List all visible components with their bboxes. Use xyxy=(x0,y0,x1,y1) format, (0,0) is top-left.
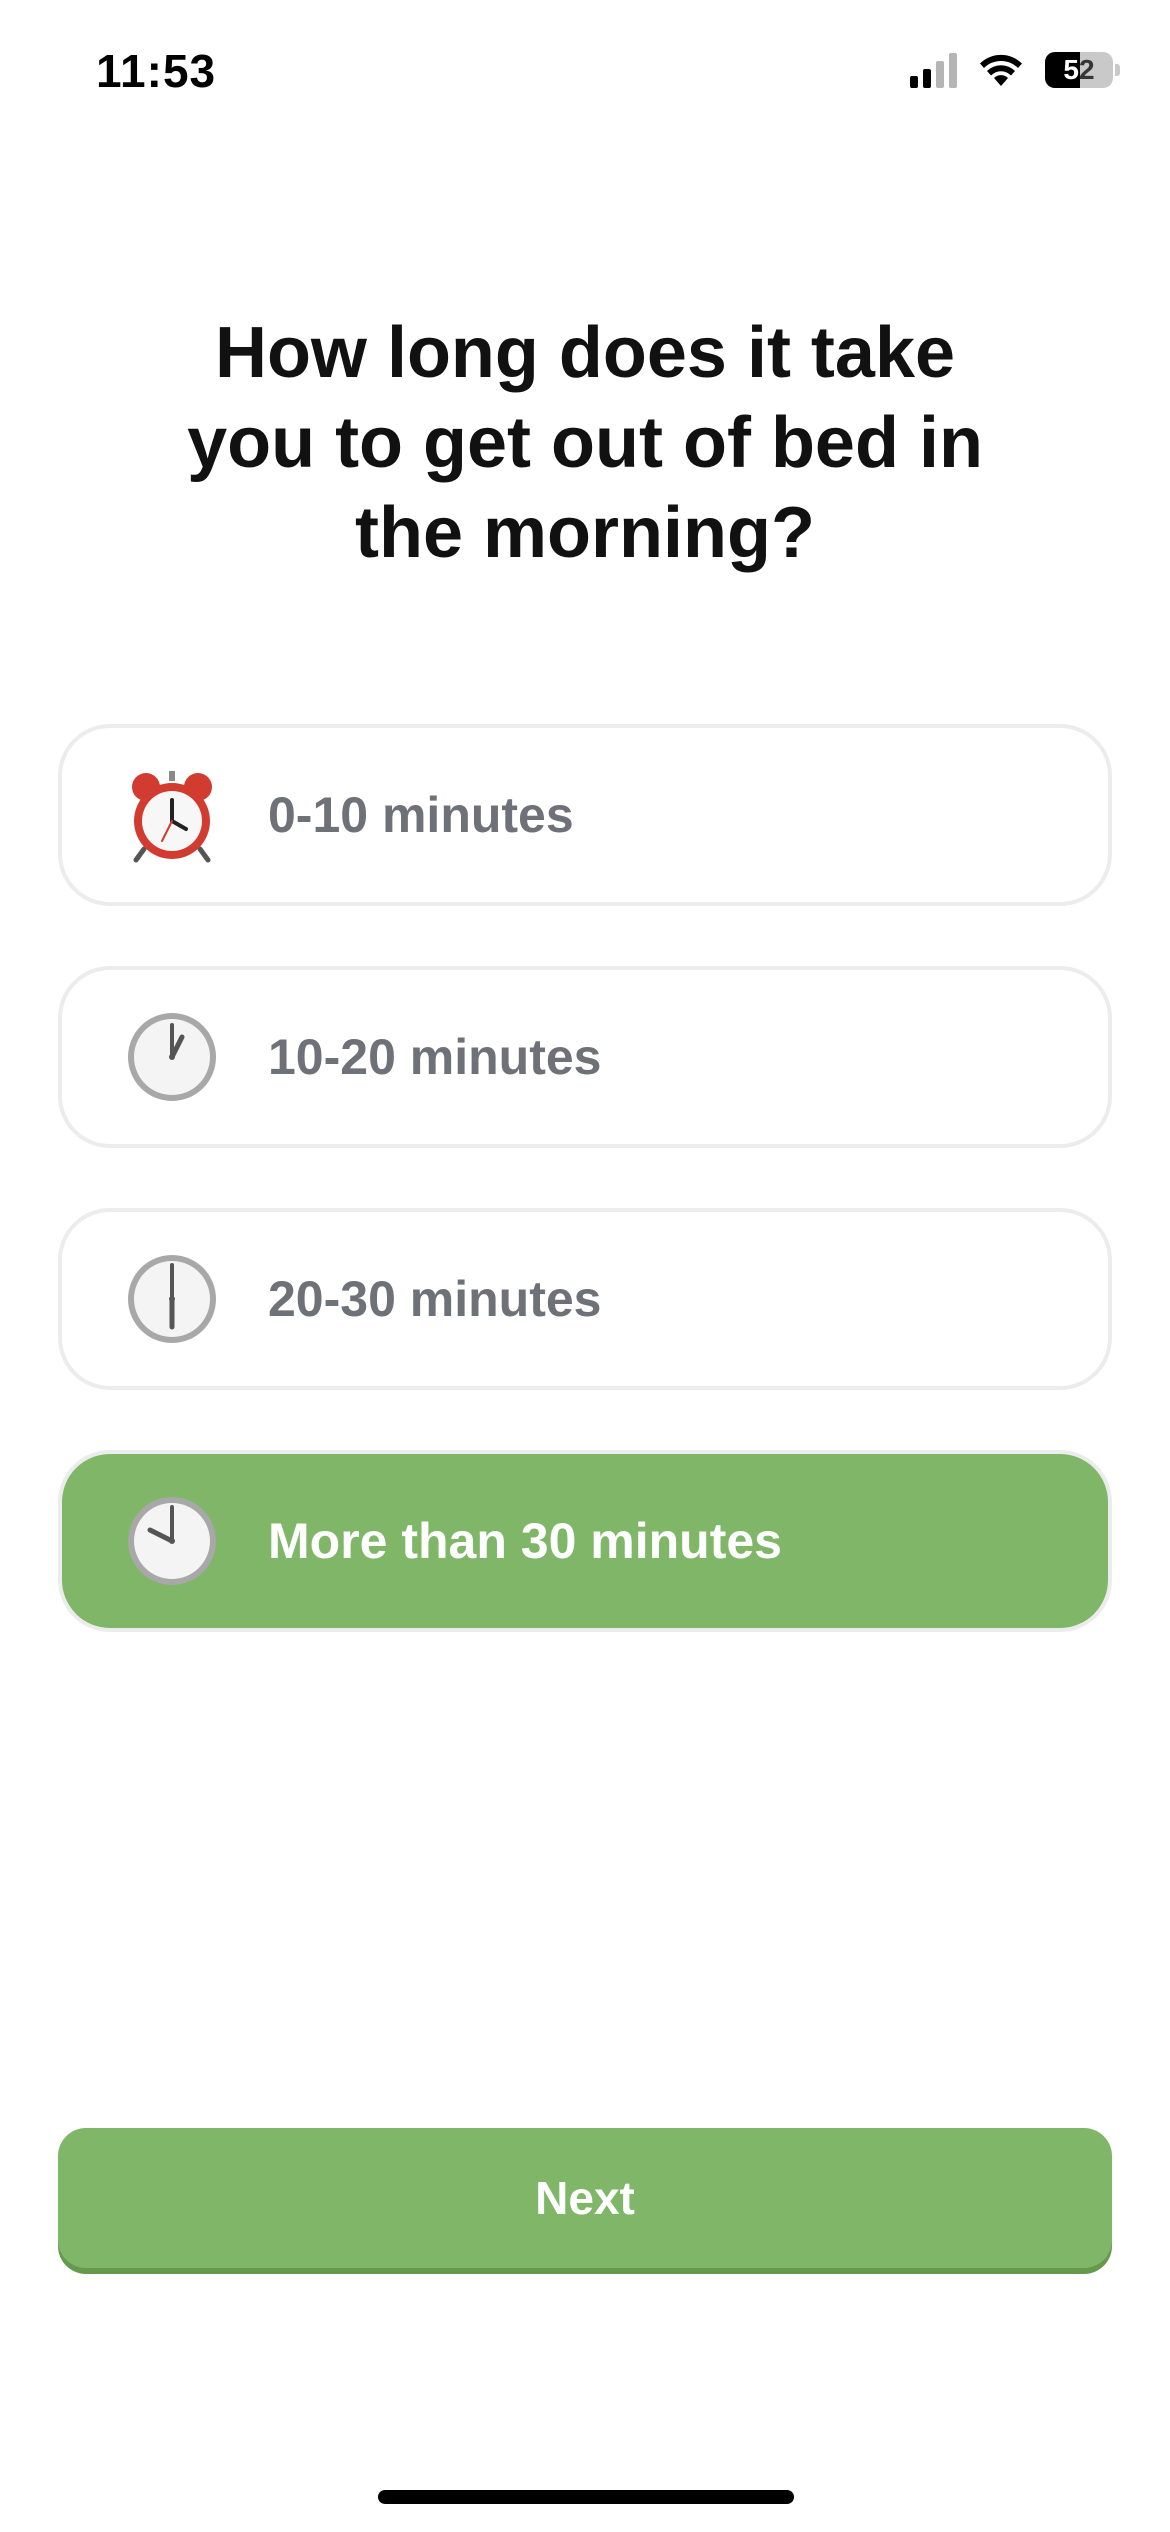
option-label: 20-30 minutes xyxy=(268,1271,602,1327)
option-0-10-minutes[interactable]: 0-10 minutes xyxy=(58,724,1112,906)
status-bar: 11:53 52 xyxy=(0,0,1170,150)
clock-ten-icon xyxy=(128,1497,216,1585)
cellular-signal-icon xyxy=(910,52,957,88)
battery-percent: 52 xyxy=(1063,54,1095,85)
option-label: 10-20 minutes xyxy=(268,1029,602,1085)
question-title: How long does it take you to get out of … xyxy=(187,313,983,573)
battery-icon: 52 xyxy=(1045,52,1120,88)
wifi-icon xyxy=(980,54,1022,86)
status-indicators: 52 xyxy=(910,52,1120,88)
screen: 11:53 52 How long does it take you to ge… xyxy=(0,0,1170,2532)
clock-six-icon xyxy=(128,1255,216,1343)
option-20-30-minutes[interactable]: 20-30 minutes xyxy=(58,1208,1112,1390)
option-label: 0-10 minutes xyxy=(268,787,574,843)
option-more-than-30-minutes[interactable]: More than 30 minutes xyxy=(58,1450,1112,1632)
alarm-clock-icon xyxy=(132,771,212,863)
next-button[interactable]: Next xyxy=(58,2128,1112,2268)
option-10-20-minutes[interactable]: 10-20 minutes xyxy=(58,966,1112,1148)
option-label: More than 30 minutes xyxy=(268,1513,782,1569)
status-time: 11:53 xyxy=(96,45,217,97)
clock-one-icon xyxy=(128,1013,216,1101)
home-indicator[interactable] xyxy=(378,2490,794,2504)
